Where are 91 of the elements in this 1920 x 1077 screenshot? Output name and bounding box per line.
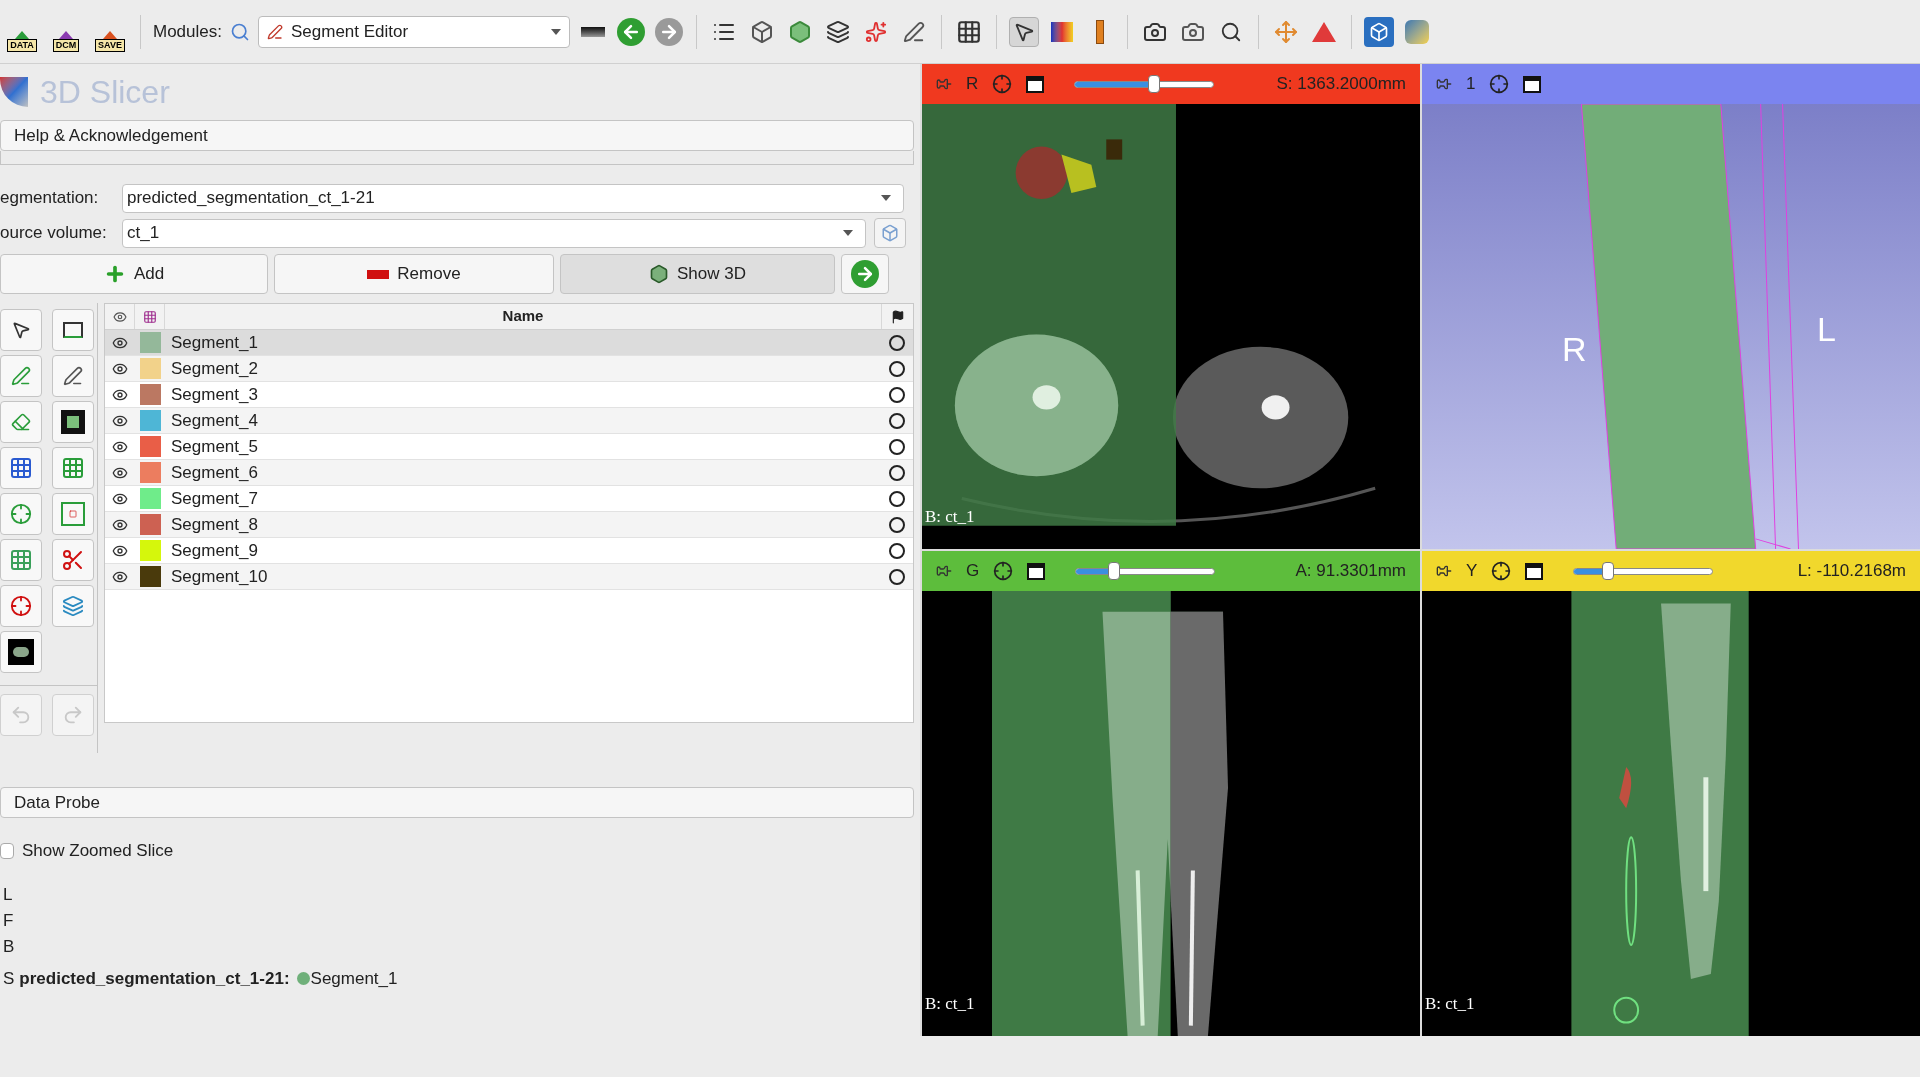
segmentation-dropdown[interactable]: predicted_segmentation_ct_1-21	[122, 183, 904, 213]
color-swatch[interactable]	[139, 540, 161, 561]
probe-line: B	[3, 935, 15, 956]
pin-icon[interactable]	[936, 563, 952, 579]
segment-row[interactable]: Segment_9	[105, 538, 913, 564]
scissors-icon[interactable]	[51, 539, 94, 581]
color-swatch[interactable]	[139, 358, 161, 379]
color-swatch[interactable]	[139, 384, 161, 405]
maximize-icon[interactable]	[1525, 562, 1544, 580]
segment-name: Segment_6	[171, 461, 258, 484]
segment-name: Segment_2	[171, 357, 258, 380]
segment-row[interactable]: Segment_8	[105, 512, 913, 538]
segment-name: Segment_1	[310, 967, 398, 990]
modules-label: Modules:	[153, 20, 222, 43]
background-label: B: ct_1	[925, 505, 975, 528]
slice-offset: L: -110.2168m	[1797, 560, 1906, 583]
logo-icon	[0, 77, 28, 107]
segment-name: Segment_3	[171, 383, 258, 406]
slider-thumb[interactable]	[1148, 75, 1161, 93]
module-dropdown[interactable]: Segment Editor	[258, 15, 570, 48]
view-label: Y	[1466, 560, 1478, 583]
segment-name: Segment_5	[171, 435, 258, 458]
segment-row[interactable]: Segment_7	[105, 486, 913, 512]
segment-row[interactable]: Segment_4	[105, 408, 913, 434]
color-swatch[interactable]	[139, 514, 161, 535]
segment-name: Segment_10	[171, 565, 268, 588]
color-swatch[interactable]	[139, 332, 161, 353]
pointer-icon[interactable]	[1009, 16, 1039, 47]
segment-row[interactable]: Segment_1	[105, 330, 913, 356]
remove-button[interactable]: Remove	[274, 254, 554, 294]
pointer-icon[interactable]	[0, 309, 42, 351]
add-button[interactable]: Add	[0, 254, 268, 294]
segment-row[interactable]: Segment_5	[105, 434, 913, 460]
probe-line: L	[3, 883, 13, 904]
maximize-icon[interactable]	[1026, 75, 1045, 93]
slider-thumb[interactable]	[1602, 562, 1615, 580]
color-swatch[interactable]	[139, 462, 161, 483]
color-swatch[interactable]	[139, 566, 161, 587]
field-label: egmentation:	[0, 187, 100, 210]
eye-icon	[112, 309, 127, 324]
background-label: B: ct_1	[1425, 992, 1475, 1015]
pin-icon[interactable]	[1436, 76, 1452, 92]
background-label: B: ct_1	[925, 992, 975, 1015]
load-button[interactable]: SAVE	[92, 11, 128, 52]
color-grid-icon	[142, 309, 157, 324]
view-label: G	[966, 560, 980, 583]
view-label: 1	[1466, 73, 1476, 96]
minus-icon	[367, 269, 390, 279]
segment-row[interactable]: Segment_6	[105, 460, 913, 486]
segment-name: Segment_9	[171, 539, 258, 562]
probe-line: S	[3, 967, 15, 990]
source-volume-dropdown[interactable]: ct_1	[122, 218, 866, 248]
segmentation-name: predicted_segmentation_ct_1-21:	[19, 967, 290, 990]
pin-icon[interactable]	[1436, 563, 1452, 579]
segment-name: Segment_7	[171, 487, 258, 510]
field-label: ource volume:	[0, 222, 108, 245]
flag-icon	[890, 309, 905, 324]
undo-icon	[10, 704, 32, 726]
load-button[interactable]: DCM	[48, 11, 84, 52]
segment-name: Segment_8	[171, 513, 258, 536]
segment-row[interactable]: Segment_2	[105, 356, 913, 382]
next-button[interactable]	[841, 254, 889, 294]
segment-row[interactable]: Segment_3	[105, 382, 913, 408]
maximize-icon[interactable]	[1027, 562, 1046, 580]
orientation-label: R	[1562, 329, 1587, 370]
load-button[interactable]: DATA	[4, 11, 40, 52]
cube-icon	[881, 224, 899, 242]
segment-name: Segment_4	[171, 409, 258, 432]
checkbox-label: Show Zoomed Slice	[22, 840, 174, 862]
erase-icon[interactable]	[0, 401, 42, 443]
slice-offset: A: 91.3301mm	[1295, 560, 1406, 583]
pen-icon	[267, 23, 283, 40]
checkbox[interactable]	[0, 842, 14, 859]
segment-name: Segment_1	[171, 331, 258, 354]
color-swatch[interactable]	[139, 410, 161, 431]
color-swatch[interactable]	[139, 488, 161, 509]
grid-icon[interactable]	[0, 539, 42, 581]
slice-offset: S: 1363.2000mm	[1276, 73, 1406, 96]
cube-icon	[649, 264, 669, 284]
probe-line: F	[3, 909, 14, 930]
data-probe-header[interactable]: Data Probe	[0, 787, 914, 818]
color-swatch[interactable]	[139, 436, 161, 457]
segment-row[interactable]: Segment_10	[105, 564, 913, 590]
column-header: Name	[502, 306, 544, 327]
help-section-header[interactable]: Help & Acknowledgement	[0, 120, 914, 151]
slider-thumb[interactable]	[1108, 562, 1121, 580]
orientation-label: L	[1817, 309, 1836, 350]
view-label: R	[966, 73, 979, 96]
draw-icon[interactable]	[51, 355, 94, 397]
maximize-icon[interactable]	[1523, 75, 1542, 93]
show-3d-button[interactable]: Show 3D	[560, 254, 835, 294]
